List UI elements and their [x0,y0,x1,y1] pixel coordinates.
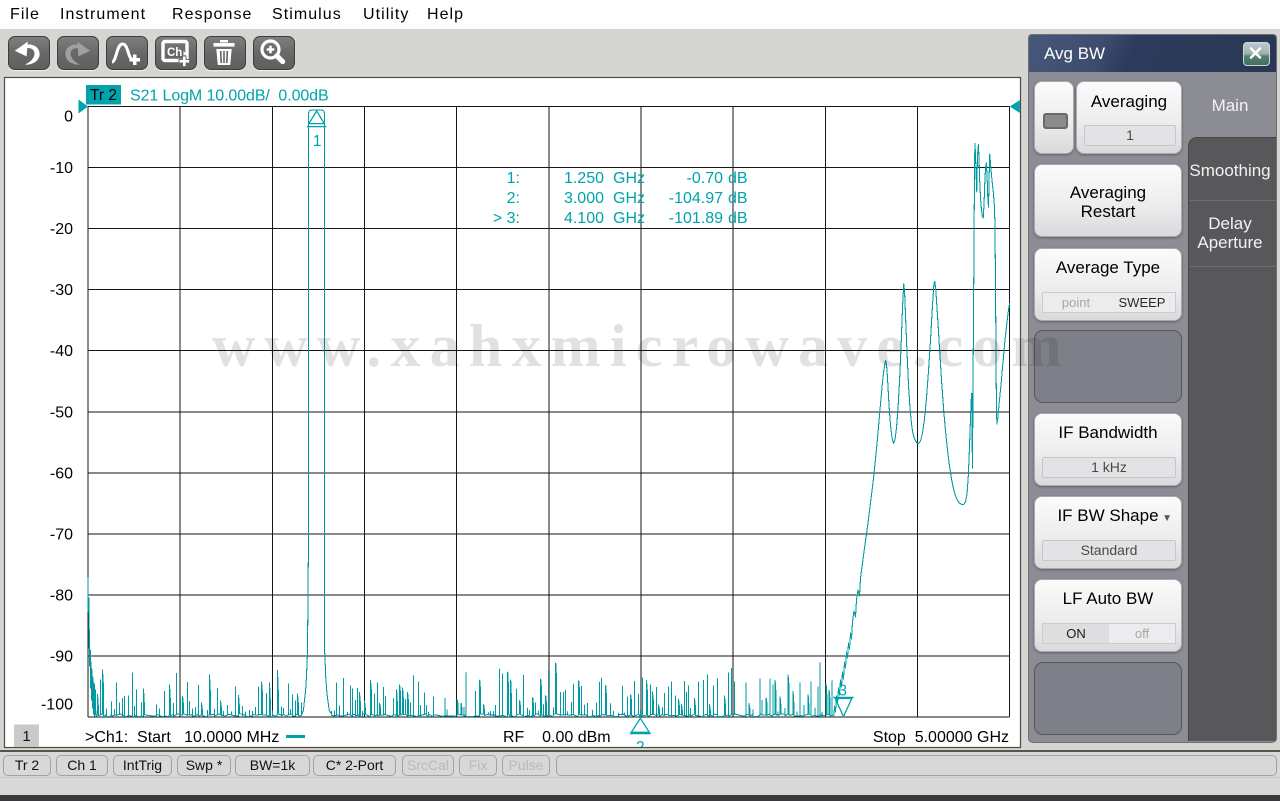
svg-text:1: 1 [313,133,322,150]
svg-text:> 3:: > 3: [493,210,520,227]
svg-text:dB: dB [728,170,748,187]
svg-text:0: 0 [64,109,73,126]
svg-text:-10: -10 [50,160,73,177]
svg-text:1: 1 [22,728,30,745]
svg-text:4.100: 4.100 [564,210,604,227]
svg-text:-0.70: -0.70 [687,170,724,187]
svg-text:-30: -30 [50,282,73,299]
svg-text:-100: -100 [41,697,73,714]
svg-text:GHz: GHz [613,210,645,227]
svg-text:-104.97: -104.97 [669,190,723,207]
svg-text:RF 0.00 dBm: RF 0.00 dBm [503,729,611,746]
svg-text:dB: dB [728,190,748,207]
svg-text:>Ch1: Start 10.0000 MHz: >Ch1: Start 10.0000 MHz [85,729,279,746]
svg-text:3.000: 3.000 [564,190,604,207]
svg-text:1.250: 1.250 [564,170,604,187]
svg-text:Stop 5.00000 GHz: Stop 5.00000 GHz [873,729,1009,746]
svg-text:GHz: GHz [613,170,645,187]
svg-text:-40: -40 [50,343,73,360]
svg-text:-90: -90 [50,649,73,666]
svg-text:S21 LogM 10.00dB/ 0.00dB: S21 LogM 10.00dB/ 0.00dB [130,88,329,105]
svg-text:-80: -80 [50,588,73,605]
svg-text:-70: -70 [50,526,73,543]
svg-text:2:: 2: [507,190,520,207]
svg-text:GHz: GHz [613,190,645,207]
svg-text:1:: 1: [507,170,520,187]
svg-text:-60: -60 [50,465,73,482]
svg-text:dB: dB [728,210,748,227]
svg-text:-50: -50 [50,404,73,421]
svg-text:-101.89: -101.89 [669,210,723,227]
svg-text:3: 3 [838,683,847,700]
svg-text:-20: -20 [50,221,73,238]
svg-text:Tr 2: Tr 2 [90,87,117,104]
